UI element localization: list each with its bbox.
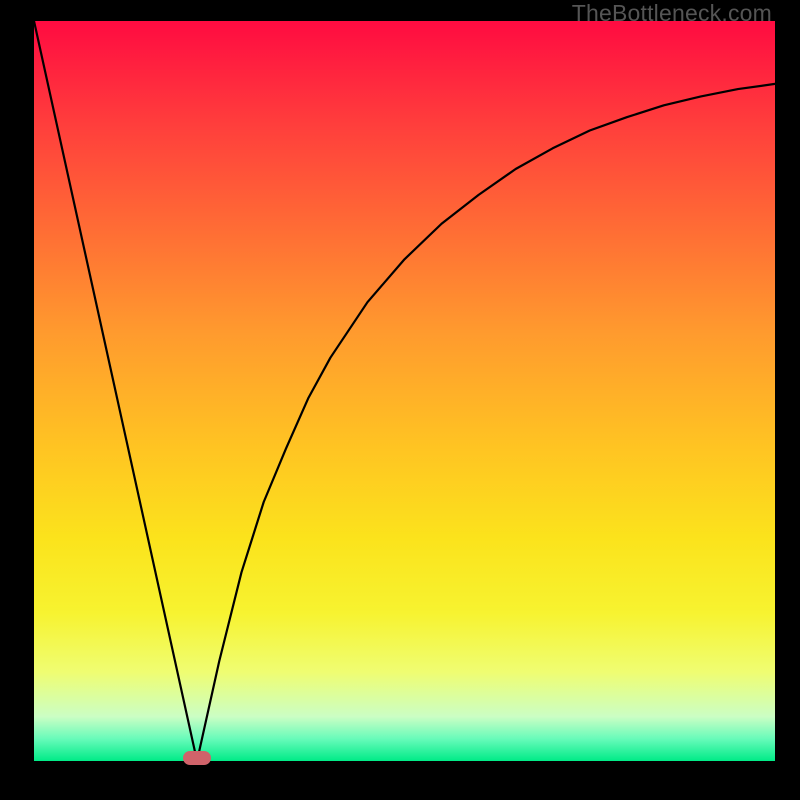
chart-minimum-marker — [183, 751, 211, 765]
chart-curve — [34, 21, 775, 761]
watermark-text: TheBottleneck.com — [572, 0, 772, 27]
chart-plot-area — [34, 21, 775, 761]
